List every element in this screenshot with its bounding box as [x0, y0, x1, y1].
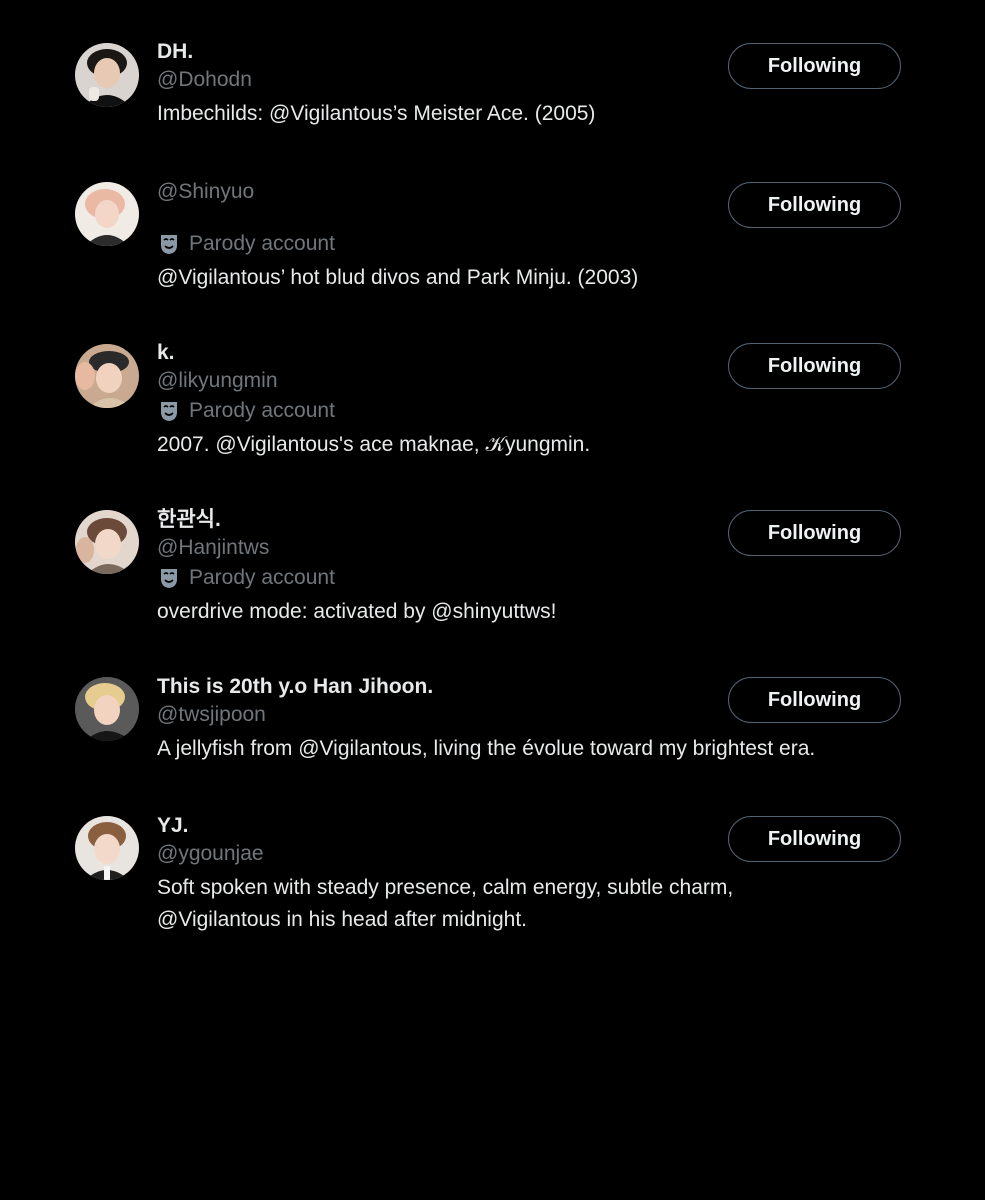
theater-mask-icon — [159, 567, 179, 589]
parody-label-text: Parody account — [189, 399, 335, 422]
account-bio: Imbechilds: @Vigilantous’s Meister Ace. … — [157, 102, 596, 125]
parody-label-text: Parody account — [189, 566, 335, 589]
account-bio: Soft spoken with steady presence, calm e… — [157, 876, 734, 931]
following-button[interactable]: Following — [728, 816, 901, 862]
following-button[interactable]: Following — [728, 510, 901, 556]
account-bio: @Vigilantous’ hot blud divos and Park Mi… — [157, 266, 639, 289]
avatar[interactable] — [75, 43, 139, 107]
theater-mask-icon — [159, 233, 179, 255]
avatar[interactable] — [75, 182, 139, 246]
avatar[interactable] — [75, 510, 139, 574]
avatar[interactable] — [75, 344, 139, 408]
avatar[interactable] — [75, 677, 139, 741]
theater-mask-icon — [159, 400, 179, 422]
account-bio: A jellyfish from @Vigilantous, living th… — [157, 737, 816, 760]
account-bio: 2007. @Vigilantous's ace maknae, 𝒦yungmi… — [157, 433, 591, 456]
following-button[interactable]: Following — [728, 677, 901, 723]
following-button[interactable]: Following — [728, 182, 901, 228]
parody-label: Parody account — [157, 564, 917, 592]
following-button[interactable]: Following — [728, 43, 901, 89]
parody-label: Parody account — [157, 230, 917, 258]
avatar[interactable] — [75, 816, 139, 880]
account-bio: overdrive mode: activated by @shinyuttws… — [157, 600, 557, 623]
parody-label: Parody account — [157, 397, 917, 425]
parody-label-text: Parody account — [189, 232, 335, 255]
following-button[interactable]: Following — [728, 343, 901, 389]
